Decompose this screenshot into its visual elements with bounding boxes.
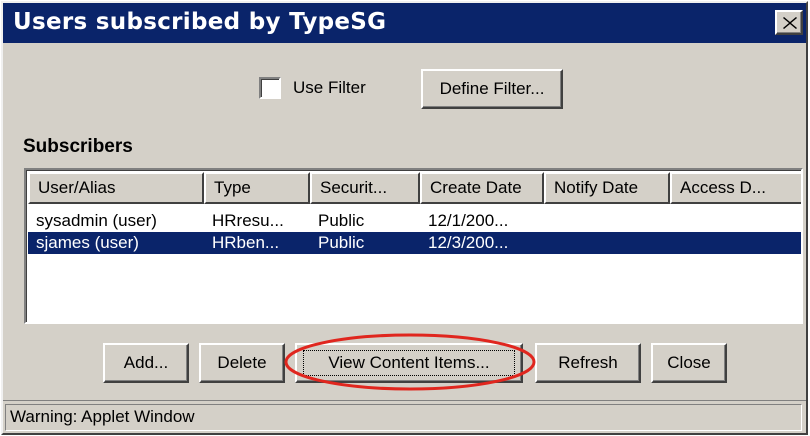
use-filter-checkbox[interactable] [259, 77, 281, 99]
subscribers-heading: Subscribers [23, 136, 133, 157]
cell-type: HRben... [212, 233, 280, 252]
subscribers-table[interactable]: User/Alias Type Securit... Create Date N… [24, 168, 803, 324]
column-header-type[interactable]: Type [204, 172, 310, 204]
window-title: Users subscribed by TypeSG [13, 9, 387, 35]
column-header-notify-date[interactable]: Notify Date [544, 172, 670, 204]
action-buttons: Add... Delete View Content Items... Refr… [3, 343, 806, 383]
table-row-selected[interactable]: sjames (user) HRben... Public 12/3/200..… [28, 232, 801, 254]
column-header-access-date[interactable]: Access D... [670, 172, 801, 204]
define-filter-button[interactable]: Define Filter... [421, 69, 563, 109]
column-header-user[interactable]: User/Alias [28, 172, 204, 204]
table-header: User/Alias Type Securit... Create Date N… [28, 172, 801, 204]
subscribers-dialog: Users subscribed by TypeSG Use Filter De… [1, 1, 808, 435]
table-row[interactable]: sysadmin (user) HRresu... Public 12/1/20… [28, 210, 801, 232]
column-header-security[interactable]: Securit... [310, 172, 420, 204]
column-header-create-date[interactable]: Create Date [420, 172, 544, 204]
use-filter-label[interactable]: Use Filter [293, 76, 366, 100]
title-bar[interactable]: Users subscribed by TypeSG [3, 3, 806, 43]
delete-button[interactable]: Delete [199, 343, 285, 383]
refresh-button[interactable]: Refresh [535, 343, 641, 383]
cell-security: Public [318, 211, 365, 230]
cell-security: Public [318, 233, 365, 252]
filter-row: Use Filter Define Filter... [3, 69, 806, 109]
cell-user: sjames (user) [36, 233, 139, 252]
close-icon [783, 17, 797, 29]
cell-user: sysadmin (user) [36, 211, 157, 230]
cell-create-date: 12/1/200... [428, 211, 509, 230]
view-content-items-label: View Content Items... [328, 353, 490, 372]
status-bar: Warning: Applet Window [3, 400, 806, 433]
cell-type: HRresu... [212, 211, 284, 230]
close-window-button[interactable] [775, 10, 803, 35]
add-button[interactable]: Add... [103, 343, 189, 383]
cell-create-date: 12/3/200... [428, 233, 509, 252]
view-content-items-button[interactable]: View Content Items... [295, 343, 523, 383]
close-button[interactable]: Close [651, 343, 727, 383]
status-text: Warning: Applet Window [5, 404, 802, 431]
